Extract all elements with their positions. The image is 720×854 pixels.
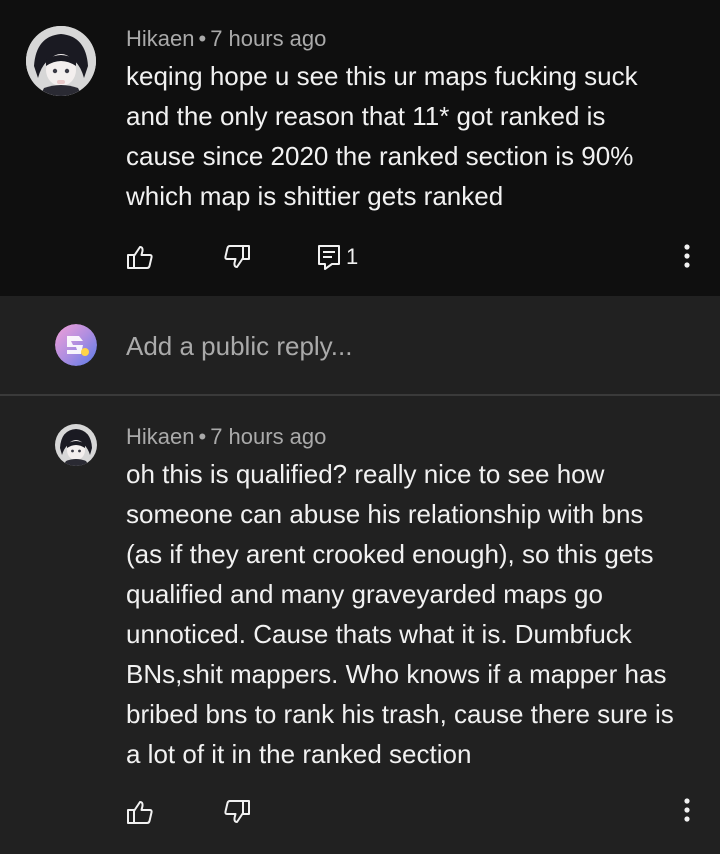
comment-body: oh this is qualified? really nice to see… — [126, 454, 674, 774]
reply-bar[interactable]: Add a public reply... — [0, 296, 720, 394]
comment-line: a lot of it in the ranked section — [126, 739, 472, 769]
thumbs-down-icon[interactable] — [223, 243, 251, 271]
timestamp: 7 hours ago — [210, 26, 327, 51]
thumbs-down-icon[interactable] — [223, 798, 251, 826]
comment-line: cause since 2020 the ranked section is 9… — [126, 141, 634, 171]
timestamp: 7 hours ago — [210, 424, 327, 449]
comment-line: BNs,shit mappers. Who knows if a mapper … — [126, 659, 667, 689]
comment-line: someone can abuse his relationship with … — [126, 499, 644, 529]
comment-line: keqing hope u see this ur maps fucking s… — [126, 61, 638, 91]
meta-separator: • — [198, 26, 207, 51]
meta-separator: • — [198, 424, 207, 449]
comment-line: bribed bns to rank his trash, cause ther… — [126, 699, 674, 729]
reply-input[interactable]: Add a public reply... — [126, 331, 352, 362]
comment-body: keqing hope u see this ur maps fucking s… — [126, 56, 638, 216]
comment-top: Hikaen • 7 hours ago keqing hope u see thi… — [0, 0, 720, 296]
comment-line: oh this is qualified? really nice to see… — [126, 459, 605, 489]
comment-line: which map is shittier gets ranked — [126, 181, 504, 211]
comment-meta: Hikaen • 7 hours ago — [126, 26, 326, 52]
comment-meta: Hikaen • 7 hours ago — [126, 424, 326, 450]
reply-icon[interactable] — [316, 243, 344, 271]
avatar — [55, 324, 97, 366]
reply-count[interactable]: 1 — [346, 244, 358, 270]
author-name[interactable]: Hikaen — [126, 424, 194, 449]
comment-line: unnoticed. Cause thats what it is. Dumbf… — [126, 619, 632, 649]
more-vertical-icon[interactable] — [681, 242, 693, 272]
comment-line: and the only reason that 11* got ranked … — [126, 101, 606, 131]
thumbs-up-icon[interactable] — [126, 243, 154, 271]
author-name[interactable]: Hikaen — [126, 26, 194, 51]
avatar[interactable] — [55, 424, 97, 466]
thumbs-up-icon[interactable] — [126, 798, 154, 826]
reply-comment: Hikaen • 7 hours ago oh this is qualified?… — [0, 396, 720, 854]
avatar[interactable] — [26, 26, 96, 96]
comment-line: qualified and many graveyarded maps go — [126, 579, 603, 609]
comment-line: (as if they arent crooked enough), so th… — [126, 539, 654, 569]
more-vertical-icon[interactable] — [681, 796, 693, 826]
